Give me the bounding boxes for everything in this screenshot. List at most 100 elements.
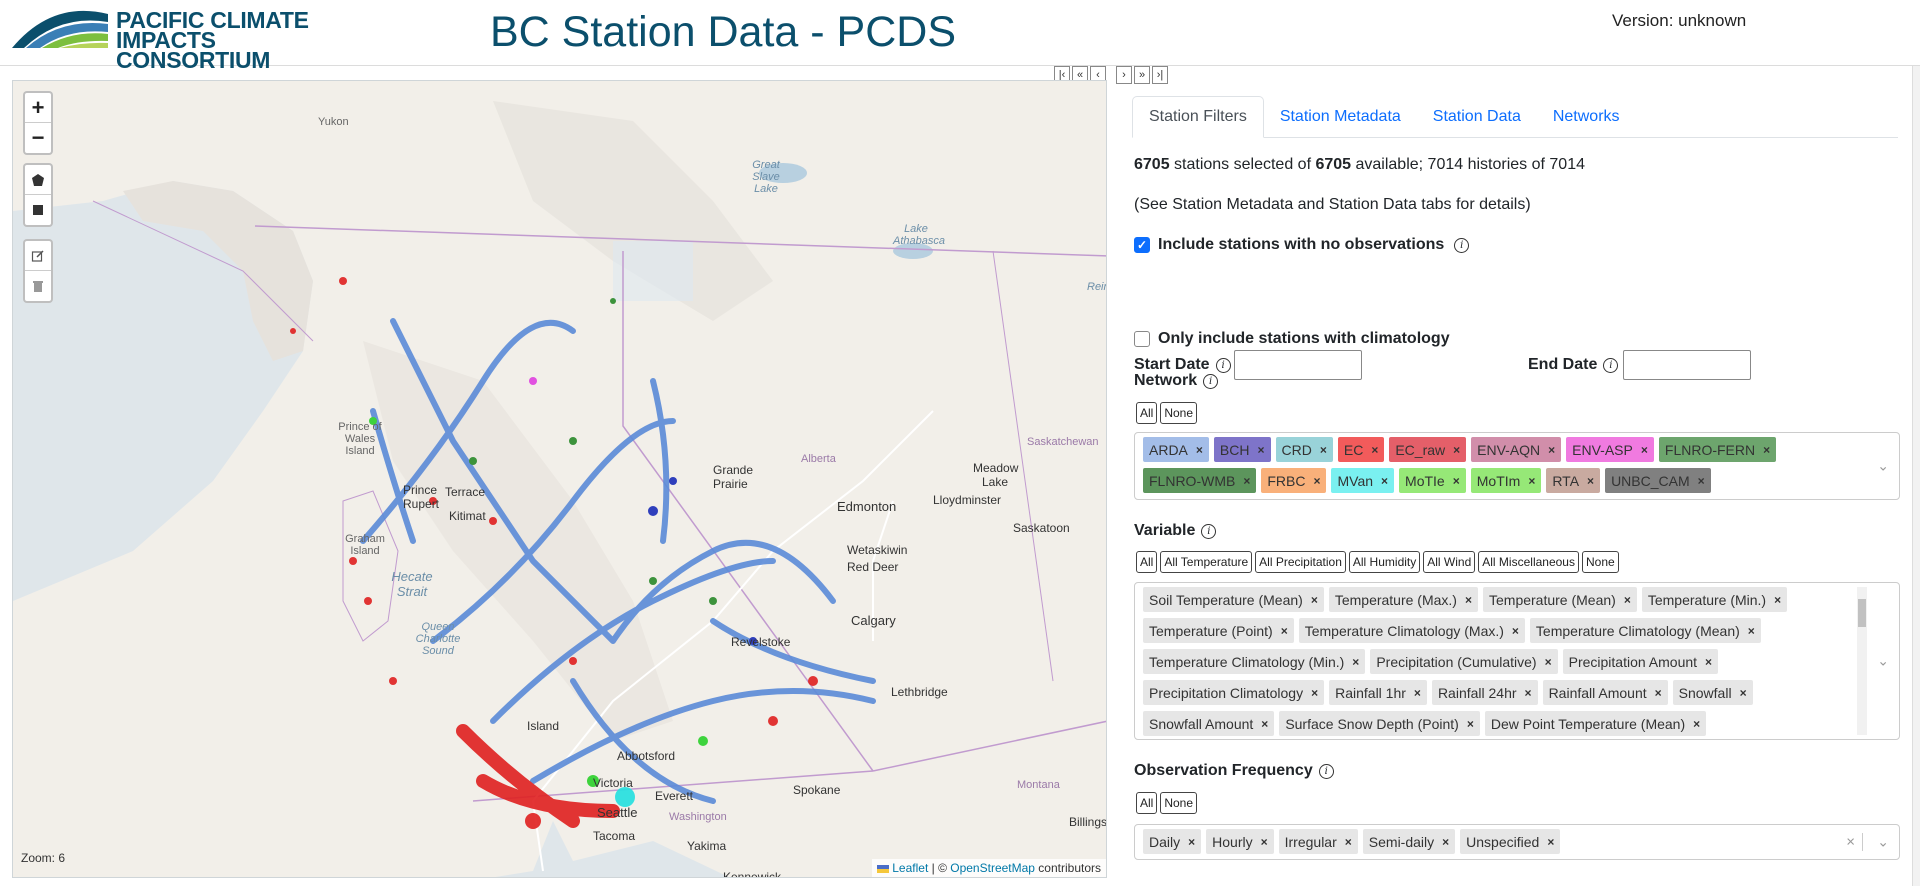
variable-all-humidity-button[interactable]: All Humidity — [1348, 551, 1421, 573]
frequency-clear-icon[interactable]: × — [1846, 834, 1855, 851]
chip-remove-icon[interactable]: × — [1740, 624, 1761, 638]
variable-none-button[interactable]: None — [1581, 551, 1619, 573]
variable-list-scrollbar[interactable] — [1857, 587, 1867, 735]
chip-remove-icon[interactable]: × — [1579, 474, 1600, 488]
include-no-obs-checkbox[interactable]: ✓ — [1134, 237, 1150, 253]
map-label-grande-prairie: Grande Prairie — [713, 463, 754, 491]
draw-polygon-button[interactable] — [25, 165, 51, 195]
variable-info-icon[interactable]: i — [1201, 523, 1217, 539]
chip-remove-icon[interactable]: × — [1273, 624, 1294, 638]
climatology-checkbox[interactable] — [1134, 331, 1150, 347]
map-label-tacoma: Tacoma — [593, 829, 636, 843]
rectangle-icon — [33, 205, 43, 215]
variable-all-button[interactable]: All — [1136, 551, 1158, 573]
network-select[interactable]: ARDA × BCH × CRD × EC × EC_raw × ENV-AQN × ENV-ASP × F… — [1134, 432, 1900, 500]
osm-link[interactable]: OpenStreetMap — [950, 861, 1035, 875]
tab-station-filters[interactable]: Station Filters — [1132, 96, 1264, 138]
chip-remove-icon[interactable]: × — [1363, 443, 1384, 457]
chip-remove-icon[interactable]: × — [1685, 717, 1706, 731]
variable-all-temperature-button[interactable]: All Temperature — [1160, 551, 1253, 573]
chip-remove-icon[interactable]: × — [1337, 835, 1358, 849]
chip-remove-icon[interactable]: × — [1537, 655, 1558, 669]
chip-remove-icon[interactable]: × — [1616, 593, 1637, 607]
delete-layers-button[interactable] — [25, 271, 51, 301]
panel-tabs: Station Filters Station Metadata Station… — [1132, 96, 1898, 138]
chip-remove-icon[interactable]: × — [1253, 835, 1274, 849]
chip-remove-icon[interactable]: × — [1235, 474, 1256, 488]
chip-remove-icon[interactable]: × — [1303, 686, 1324, 700]
chip-remove-icon[interactable]: × — [1188, 443, 1209, 457]
variable-dropdown-icon[interactable]: ⌄ — [1877, 653, 1889, 670]
chip-label: Temperature (Mean) — [1489, 591, 1616, 608]
chip-remove-icon[interactable]: × — [1732, 686, 1753, 700]
chip-remove-icon[interactable]: × — [1457, 593, 1478, 607]
network-dropdown-icon[interactable]: ⌄ — [1877, 458, 1889, 475]
chip-remove-icon[interactable]: × — [1249, 443, 1270, 457]
draw-rectangle-button[interactable] — [25, 195, 51, 225]
tab-station-data[interactable]: Station Data — [1417, 96, 1537, 138]
chip-label: MVan — [1337, 472, 1374, 489]
variable-chip-temperature-min: Temperature (Min.) × — [1641, 587, 1788, 612]
chip-remove-icon[interactable]: × — [1445, 474, 1466, 488]
chip-remove-icon[interactable]: × — [1305, 474, 1326, 488]
frequency-info-icon[interactable]: i — [1318, 763, 1334, 779]
tab-station-metadata[interactable]: Station Metadata — [1264, 96, 1417, 138]
chip-remove-icon[interactable]: × — [1755, 443, 1776, 457]
chip-remove-icon[interactable]: × — [1766, 593, 1787, 607]
variable-select[interactable]: Soil Temperature (Mean) × Temperature (Max… — [1134, 582, 1900, 740]
chip-remove-icon[interactable]: × — [1520, 474, 1541, 488]
chip-remove-icon[interactable]: × — [1540, 443, 1561, 457]
variable-scroll-thumb[interactable] — [1858, 599, 1866, 627]
pcic-logo[interactable]: PACIFIC CLIMATE IMPACTS CONSORTIUM — [12, 8, 342, 72]
network-chip-env-asp: ENV-ASP × — [1566, 437, 1654, 462]
network-info-icon[interactable]: i — [1203, 373, 1219, 389]
station-map[interactable]: Yukon Great Slave Lake Lake Athabasca Re… — [12, 80, 1107, 878]
chip-remove-icon[interactable]: × — [1434, 835, 1455, 849]
include-no-obs-info-icon[interactable]: i — [1454, 237, 1470, 253]
chip-remove-icon[interactable]: × — [1406, 686, 1427, 700]
chip-remove-icon[interactable]: × — [1312, 443, 1333, 457]
frequency-dropdown-icon[interactable]: ⌄ — [1877, 834, 1889, 851]
map-label-lloydminster: Lloydminster — [933, 493, 1002, 507]
app-header: PACIFIC CLIMATE IMPACTS CONSORTIUM BC St… — [0, 0, 1920, 72]
chip-remove-icon[interactable]: × — [1253, 717, 1274, 731]
zoom-in-button[interactable]: + — [25, 93, 51, 123]
start-date-input[interactable] — [1234, 350, 1362, 380]
zoom-out-button[interactable]: − — [25, 123, 51, 153]
chip-remove-icon[interactable]: × — [1303, 593, 1324, 607]
chip-label: Surface Snow Depth (Point) — [1285, 715, 1459, 732]
network-all-button[interactable]: All — [1136, 402, 1158, 424]
chip-remove-icon[interactable]: × — [1647, 686, 1668, 700]
chip-remove-icon[interactable]: × — [1517, 686, 1538, 700]
network-none-button[interactable]: None — [1160, 402, 1198, 424]
frequency-all-button[interactable]: All — [1136, 792, 1158, 814]
frequency-select[interactable]: Daily × Hourly × Irregular × Semi-daily × Unspec… — [1134, 824, 1900, 860]
chip-remove-icon[interactable]: × — [1504, 624, 1525, 638]
chip-remove-icon[interactable]: × — [1373, 474, 1394, 488]
chip-label: MoTIm — [1476, 472, 1521, 489]
network-section-title: Network i — [1134, 372, 1219, 390]
variable-all-misc-button[interactable]: All Miscellaneous — [1478, 551, 1579, 573]
chip-remove-icon[interactable]: × — [1690, 474, 1711, 488]
end-date-info-icon[interactable]: i — [1603, 357, 1619, 373]
edit-layers-button[interactable] — [25, 241, 51, 271]
chip-remove-icon[interactable]: × — [1344, 655, 1365, 669]
chip-remove-icon[interactable]: × — [1459, 717, 1480, 731]
page-scrollbar[interactable] — [1912, 66, 1920, 886]
variable-all-precipitation-button[interactable]: All Precipitation — [1255, 551, 1346, 573]
chip-remove-icon[interactable]: × — [1539, 835, 1560, 849]
chip-remove-icon[interactable]: × — [1697, 655, 1718, 669]
chip-label: Rainfall Amount — [1548, 684, 1647, 701]
end-date-input[interactable] — [1623, 350, 1751, 380]
variable-chip-temperature-point: Temperature (Point) × — [1143, 618, 1294, 643]
leaflet-link[interactable]: Leaflet — [892, 861, 928, 875]
chip-remove-icon[interactable]: × — [1633, 443, 1654, 457]
frequency-none-button[interactable]: None — [1160, 792, 1198, 814]
chip-remove-icon[interactable]: × — [1180, 835, 1201, 849]
chip-remove-icon[interactable]: × — [1445, 443, 1466, 457]
map-label-revelstoke: Revelstoke — [731, 635, 791, 649]
tab-networks[interactable]: Networks — [1537, 96, 1636, 138]
chip-label: MoTIe — [1405, 472, 1445, 489]
start-date-info-icon[interactable]: i — [1215, 357, 1231, 373]
variable-all-wind-button[interactable]: All Wind — [1423, 551, 1476, 573]
